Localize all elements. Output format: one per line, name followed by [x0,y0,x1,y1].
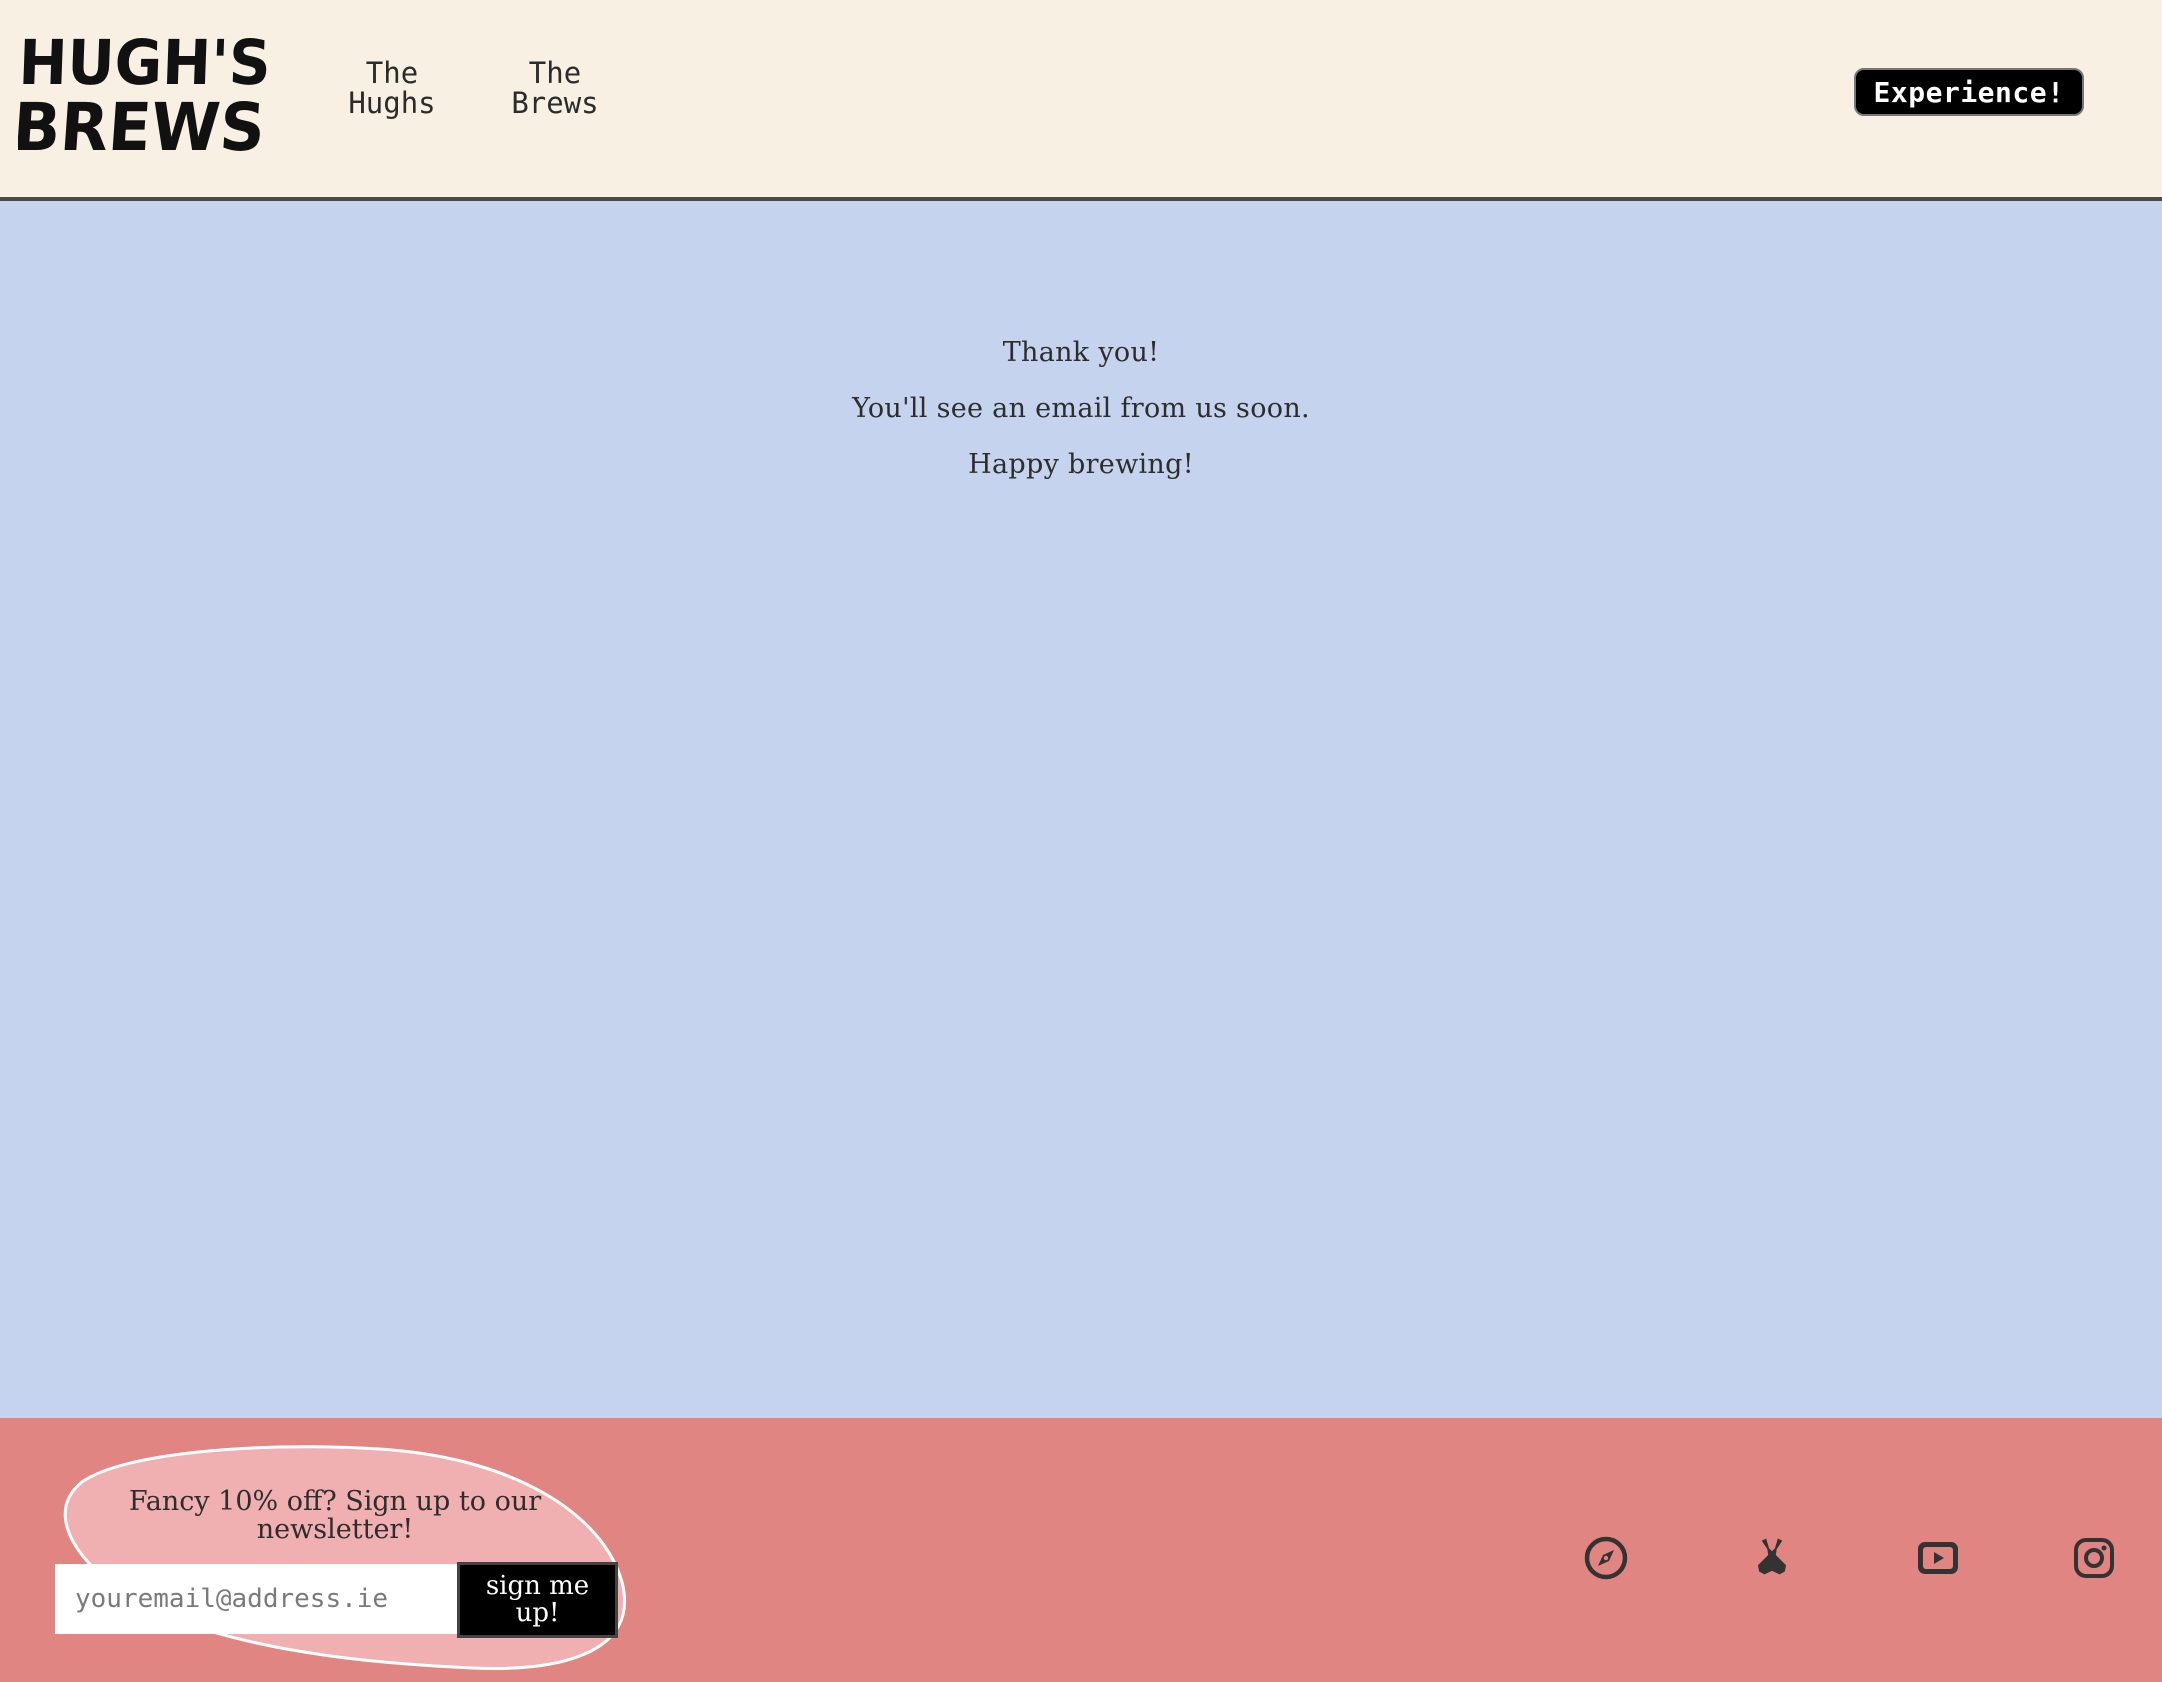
thank-you-heading: Thank you! [1002,337,1160,368]
newsletter-email-input[interactable] [55,1564,458,1634]
svg-text:BREWS: BREWS [18,89,268,158]
youtube-icon [1918,1542,1958,1574]
svg-text:HUGH'S: HUGH'S [18,26,272,99]
experience-button[interactable]: Experience! [1854,68,2084,116]
logo-image: HUGH'S BREWS [18,26,272,158]
instagram-link[interactable] [2070,1534,2118,1582]
instagram-icon [2074,1538,2114,1578]
sign-me-up-button[interactable]: sign me up! [457,1562,618,1638]
newsletter-text: Fancy 10% off? Sign up to our newsletter… [128,1486,542,1545]
happy-brewing-text: Happy brewing! [968,449,1194,480]
compass-link[interactable] [1582,1534,1630,1582]
confirmation-section: Thank you! You'll see an email from us s… [0,201,2162,1418]
site-footer: Fancy 10% off? Sign up to our newsletter… [0,1418,2162,1682]
brand-logo[interactable]: HUGH'S BREWS [18,26,274,158]
youtube-link[interactable] [1914,1534,1962,1582]
email-notice-text: You'll see an email from us soon. [852,393,1310,424]
nav-link-the-hughs[interactable]: The Hughs [322,58,462,118]
nav-link-the-brews[interactable]: The Brews [485,58,625,118]
site-header: HUGH'S BREWS The Hughs The Brews Experie… [0,0,2162,201]
compass-icon [1584,1536,1628,1580]
crossed-bottles-icon [1757,1538,1787,1575]
untappd-link[interactable] [1748,1534,1796,1582]
